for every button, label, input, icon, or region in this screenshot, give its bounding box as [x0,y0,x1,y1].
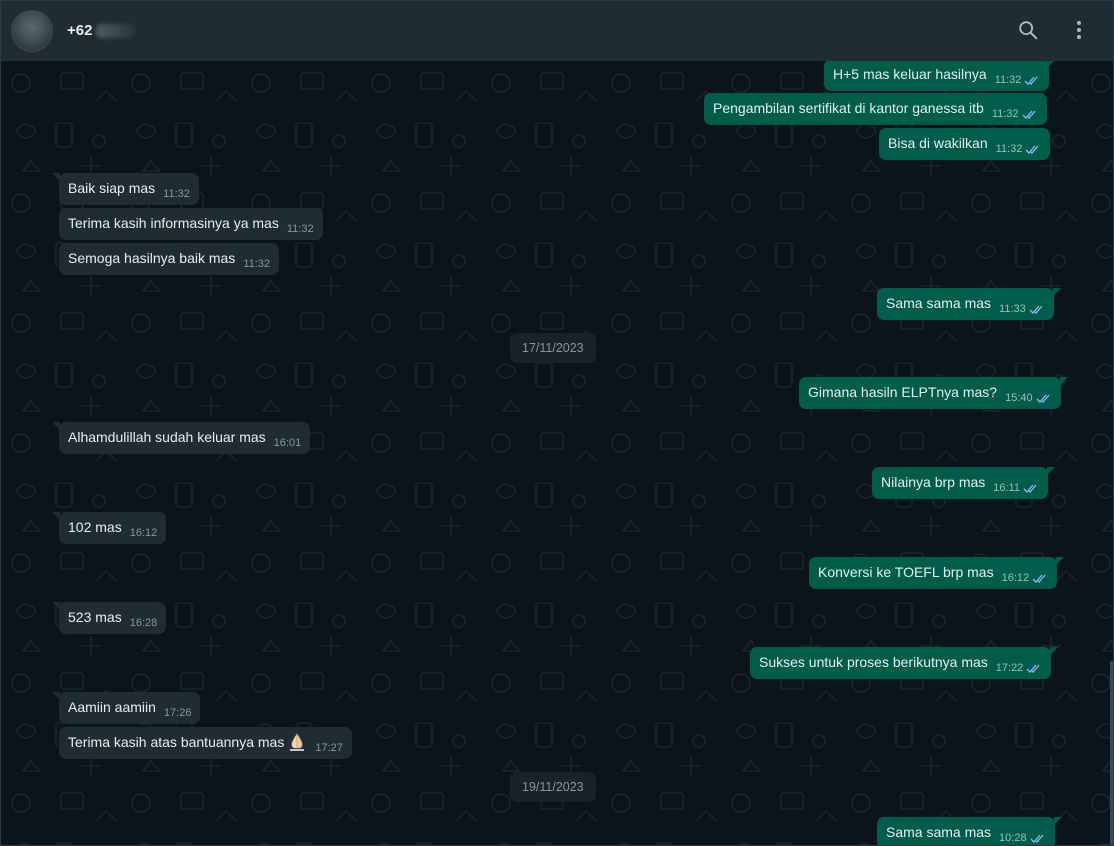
redacted-phone-number [96,24,136,38]
message-text: Alhamdulillah sudah keluar mas [68,429,266,445]
contact-name[interactable]: +62 [67,22,92,39]
message-outgoing[interactable]: Konversi ke TOEFL brp mas 16:12 [809,557,1065,589]
scrollbar[interactable] [1110,661,1113,845]
message-text: 523 mas [68,609,122,625]
message-incoming[interactable]: Terima kasih informasinya ya mas 11:32 [59,208,323,240]
message-outgoing[interactable]: Sama sama mas 11:33 [877,288,1061,320]
message-text: Gimana hasiln ELPTnya mas? [808,384,998,400]
message-list[interactable]: H+5 mas keluar hasilnya 11:32 Pengambila… [1,61,1113,845]
date-separator: 19/11/2023 [510,772,596,802]
contact-avatar[interactable] [11,10,53,52]
message-text-body: Terima kasih atas bantuannya mas [68,734,285,750]
message-text: Sama sama mas [886,824,992,840]
message-incoming[interactable]: Aamiin aamiin 17:26 [51,692,201,724]
message-text: Pengambilan sertifikat di kantor ganessa… [713,100,984,116]
message-text: 102 mas [68,519,122,535]
message-time: 16:12 [129,527,158,539]
double-check-read-icon [1026,664,1040,673]
double-check-read-icon [1029,305,1043,314]
message-time: 17:27 [315,742,343,754]
chat-header: +62 [1,1,1113,61]
message-outgoing[interactable]: Nilainya brp mas 16:11 [872,467,1055,499]
message-incoming[interactable]: Terima kasih atas bantuannya mas 17:27 [59,727,352,759]
double-check-read-icon [1032,574,1046,583]
double-check-read-icon [1025,145,1039,154]
message-time: 16:11 [993,482,1020,494]
message-time: 11:32 [994,74,1022,86]
message-time: 11:32 [286,223,314,235]
message-text: Bisa di wakilkan [888,135,988,151]
message-time: 11:33 [999,303,1026,315]
search-button[interactable] [1013,15,1043,45]
message-outgoing[interactable]: H+5 mas keluar hasilnya 11:32 [824,61,1057,91]
search-icon [1019,21,1038,40]
message-text: H+5 mas keluar hasilnya [833,66,987,82]
message-outgoing[interactable]: Bisa di wakilkan 11:32 [879,128,1051,160]
message-incoming[interactable]: 102 mas 16:12 [51,512,167,544]
message-text: Aamiin aamiin [68,699,156,715]
message-time: 16:01 [273,437,302,449]
double-check-read-icon [1030,834,1044,843]
message-text: Baik siap mas [68,180,156,196]
message-time: 16:28 [129,617,158,629]
message-time: 15:40 [1005,392,1033,404]
message-incoming[interactable]: 523 mas 16:28 [51,602,167,634]
message-time: 17:22 [995,662,1024,674]
date-separator: 17/11/2023 [510,333,596,363]
message-incoming[interactable]: Semoga hasilnya baik mas 11:32 [59,243,280,275]
message-outgoing[interactable]: Sukses untuk proses berikutnya mas 17:22 [750,647,1059,679]
message-time: 16:12 [1001,572,1030,584]
message-time: 11:32 [163,188,190,200]
double-check-read-icon [1022,110,1036,119]
message-time: 11:32 [991,108,1019,120]
kebab-menu-icon [1077,21,1081,39]
message-text: Konversi ke TOEFL brp mas [818,564,994,580]
message-outgoing[interactable]: Pengambilan sertifikat di kantor ganessa… [704,93,1047,125]
message-text: Sukses untuk proses berikutnya mas [759,654,988,670]
message-outgoing[interactable]: Sama sama mas 10:28 [877,817,1062,845]
message-incoming[interactable]: Alhamdulillah sudah keluar mas 16:01 [51,422,311,454]
message-time: 17:26 [163,707,192,719]
double-check-read-icon [1023,484,1037,493]
message-time: 10:28 [999,832,1027,844]
message-outgoing[interactable]: Gimana hasiln ELPTnya mas? 15:40 [799,377,1068,409]
message-text: Sama sama mas [886,295,992,311]
message-text: Terima kasih atas bantuannya mas [68,727,307,757]
message-text: Semoga hasilnya baik mas [68,250,236,266]
double-check-read-icon [1036,394,1050,403]
chat-window: +62 H+5 mas keluar hasilnya 11:32 Pengam… [0,0,1114,846]
message-text: Terima kasih informasinya ya mas [68,215,279,231]
message-time: 11:32 [995,143,1023,155]
message-text: Nilainya brp mas [881,474,986,490]
message-incoming[interactable]: Baik siap mas 11:32 [52,173,199,205]
menu-button[interactable] [1064,15,1094,45]
message-time: 11:32 [243,258,271,270]
double-check-read-icon [1024,76,1038,85]
folded-hands-emoji [290,733,305,751]
